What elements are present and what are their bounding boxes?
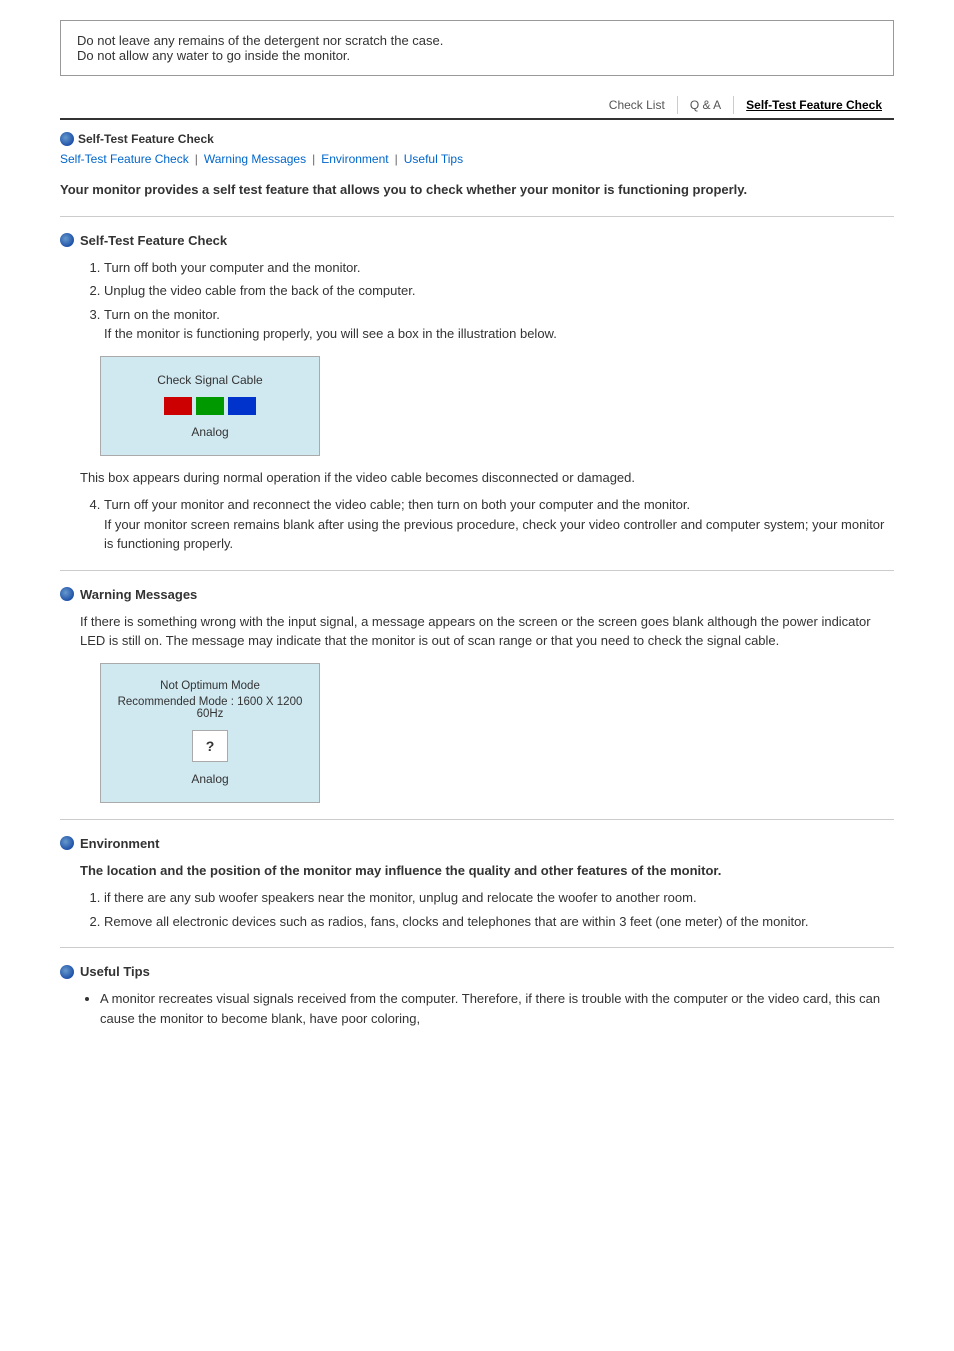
env-item-2: Remove all electronic devices such as ra… (104, 912, 894, 932)
top-notice-box: Do not leave any remains of the detergen… (60, 20, 894, 76)
breadcrumb: Self-Test Feature Check (60, 132, 894, 146)
useful-tips-body: A monitor recreates visual signals recei… (80, 989, 894, 1028)
useful-tips-icon (60, 965, 74, 979)
environment-list: if there are any sub woofer speakers nea… (104, 888, 894, 931)
warning-analog: Analog (117, 772, 303, 786)
color-blocks (117, 397, 303, 415)
tab-self-test[interactable]: Self-Test Feature Check (734, 96, 894, 114)
self-test-body: Turn off both your computer and the moni… (80, 258, 894, 554)
warning-box: Not Optimum Mode Recommended Mode : 1600… (100, 663, 320, 803)
warn-mode: Recommended Mode : 1600 X 1200 60Hz (117, 696, 303, 720)
main-content: Self-Test Feature Check Self-Test Featur… (60, 132, 894, 1028)
bullet-icon (60, 132, 74, 146)
tab-check-list[interactable]: Check List (597, 96, 678, 114)
warning-header: Warning Messages (60, 587, 894, 602)
self-test-title: Self-Test Feature Check (80, 233, 227, 248)
color-block-red (164, 397, 192, 415)
question-box: ? (192, 730, 228, 762)
signal-box-title: Check Signal Cable (117, 373, 303, 387)
environment-header: Environment (60, 836, 894, 851)
self-test-header: Self-Test Feature Check (60, 233, 894, 248)
useful-tips-list: A monitor recreates visual signals recei… (100, 989, 894, 1028)
environment-icon (60, 836, 74, 850)
sub-nav: Self-Test Feature Check | Warning Messag… (60, 152, 894, 166)
environment-section: Environment The location and the positio… (60, 836, 894, 932)
sub-nav-self-test[interactable]: Self-Test Feature Check (60, 152, 189, 166)
warn-title: Not Optimum Mode (117, 680, 303, 692)
self-test-section: Self-Test Feature Check Turn off both yo… (60, 233, 894, 554)
warning-section: Warning Messages If there is something w… (60, 587, 894, 803)
environment-body: The location and the position of the mon… (80, 861, 894, 932)
useful-tip-1: A monitor recreates visual signals recei… (100, 989, 894, 1028)
useful-tips-section: Useful Tips A monitor recreates visual s… (60, 964, 894, 1028)
nav-tabs-container: Check List Q & A Self-Test Feature Check (60, 96, 894, 120)
signal-box-analog: Analog (117, 425, 303, 439)
warning-icon (60, 587, 74, 601)
step-1: Turn off both your computer and the moni… (104, 258, 894, 278)
sub-nav-useful-tips[interactable]: Useful Tips (404, 152, 463, 166)
env-item-1: if there are any sub woofer speakers nea… (104, 888, 894, 908)
top-notice-line1: Do not leave any remains of the detergen… (77, 33, 877, 48)
intro-text: Your monitor provides a self test featur… (60, 180, 894, 200)
step-2: Unplug the video cable from the back of … (104, 281, 894, 301)
warning-description: If there is something wrong with the inp… (80, 612, 894, 651)
step-3: Turn on the monitor. If the monitor is f… (104, 305, 894, 344)
warning-title: Warning Messages (80, 587, 197, 602)
page-label: Self-Test Feature Check (78, 132, 214, 146)
warning-body: If there is something wrong with the inp… (80, 612, 894, 803)
self-test-steps: Turn off both your computer and the moni… (104, 258, 894, 344)
sub-nav-warning[interactable]: Warning Messages (204, 152, 306, 166)
top-notice-line2: Do not allow any water to go inside the … (77, 48, 877, 63)
step-4-list: Turn off your monitor and reconnect the … (104, 495, 894, 554)
self-test-icon (60, 233, 74, 247)
tab-qa[interactable]: Q & A (678, 96, 734, 114)
environment-title: Environment (80, 836, 159, 851)
useful-tips-title: Useful Tips (80, 964, 150, 979)
signal-box-note: This box appears during normal operation… (80, 468, 894, 488)
useful-tips-header: Useful Tips (60, 964, 894, 979)
environment-bold: The location and the position of the mon… (80, 861, 894, 881)
color-block-blue (228, 397, 256, 415)
sub-nav-environment[interactable]: Environment (321, 152, 388, 166)
color-block-green (196, 397, 224, 415)
step-4: Turn off your monitor and reconnect the … (104, 495, 894, 554)
signal-box: Check Signal Cable Analog (100, 356, 320, 456)
